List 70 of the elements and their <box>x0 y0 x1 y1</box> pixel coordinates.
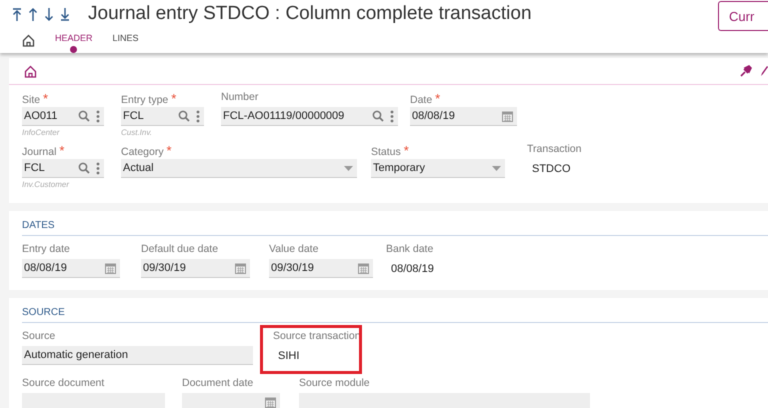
field-label: Category <box>121 146 164 158</box>
field-label: Bank date <box>386 243 434 255</box>
up-arrow-icon[interactable] <box>28 8 38 20</box>
more-icon[interactable] <box>390 110 394 122</box>
search-icon[interactable] <box>78 162 90 174</box>
down-arrow-icon[interactable] <box>44 8 54 20</box>
field-label: Number <box>221 91 258 103</box>
tab[interactable]: HEADER <box>55 28 93 52</box>
field-label: Journal <box>22 146 56 158</box>
calendar-icon[interactable] <box>502 110 513 122</box>
caret-icon[interactable] <box>492 166 501 170</box>
required-mark: * <box>43 91 48 106</box>
more-icon[interactable] <box>96 162 100 174</box>
field-value: STDCO <box>531 162 572 176</box>
required-mark: * <box>166 143 172 158</box>
required-mark: * <box>404 143 409 158</box>
calendar-icon[interactable] <box>235 262 246 274</box>
field-label: Default due date <box>141 243 218 255</box>
field-label: Document date <box>182 377 254 389</box>
search-icon[interactable] <box>178 110 190 122</box>
calendar-icon[interactable] <box>265 396 276 408</box>
field-label: Entry type <box>121 94 168 106</box>
field-label: Value date <box>269 243 318 255</box>
field-label: Entry date <box>22 243 70 255</box>
input-field[interactable]: Automatic generation <box>22 346 253 365</box>
lookup-field[interactable]: FCL-AO01119/00000009 <box>221 107 398 126</box>
more-icon[interactable] <box>96 110 100 122</box>
lookup-field[interactable]: AO011 <box>22 107 104 126</box>
calendar-icon[interactable] <box>358 262 369 274</box>
dropdown-field[interactable]: Actual <box>121 159 357 178</box>
home-icon[interactable] <box>24 64 37 78</box>
section-title: SOURCE <box>22 307 65 318</box>
field-label: Status <box>371 146 401 158</box>
field-value: 08/08/19 <box>390 262 435 276</box>
field-label: Source transaction <box>273 330 361 342</box>
date-field[interactable]: 09/30/19 <box>141 259 250 278</box>
field-label: Source module <box>299 377 370 389</box>
field-label: Source <box>22 330 56 342</box>
field-label: Transaction <box>527 143 582 155</box>
more-icon[interactable] <box>196 110 200 122</box>
required-mark: * <box>435 91 440 106</box>
lookup-field[interactable]: FCL <box>121 107 204 126</box>
field-label: Date <box>410 94 432 106</box>
last-record-icon[interactable] <box>60 8 70 20</box>
search-icon[interactable] <box>78 110 90 122</box>
calendar-icon[interactable] <box>105 262 116 274</box>
field-hint: Cust.Inv. <box>121 128 153 137</box>
lookup-field[interactable]: FCL <box>22 159 104 178</box>
first-record-icon[interactable] <box>12 8 22 20</box>
required-mark: * <box>171 91 176 106</box>
home-icon[interactable] <box>22 34 35 47</box>
section-title: DATES <box>22 220 55 231</box>
required-mark: * <box>59 143 64 158</box>
field-hint: Inv.Customer <box>22 180 70 189</box>
pin-icon[interactable] <box>740 65 752 77</box>
field-value: SIHI <box>277 348 300 364</box>
caret-icon[interactable] <box>344 166 353 170</box>
field-label: Site <box>22 94 40 106</box>
field-hint: InfoCenter <box>22 128 61 137</box>
pencil-icon[interactable] <box>760 65 768 77</box>
search-icon[interactable] <box>372 110 384 122</box>
action-button[interactable]: Curr <box>718 1 768 31</box>
date-field[interactable]: 09/30/19 <box>269 259 373 278</box>
date-field[interactable]: 08/08/19 <box>410 107 517 126</box>
dropdown-field[interactable]: Temporary <box>371 159 505 178</box>
page-title: Journal entry STDCO : Column complete transaction <box>88 3 532 25</box>
date-field[interactable]: 08/08/19 <box>22 259 120 278</box>
date-field[interactable] <box>182 393 280 408</box>
field-label: Source document <box>22 377 104 389</box>
tab[interactable]: LINES <box>112 28 139 52</box>
